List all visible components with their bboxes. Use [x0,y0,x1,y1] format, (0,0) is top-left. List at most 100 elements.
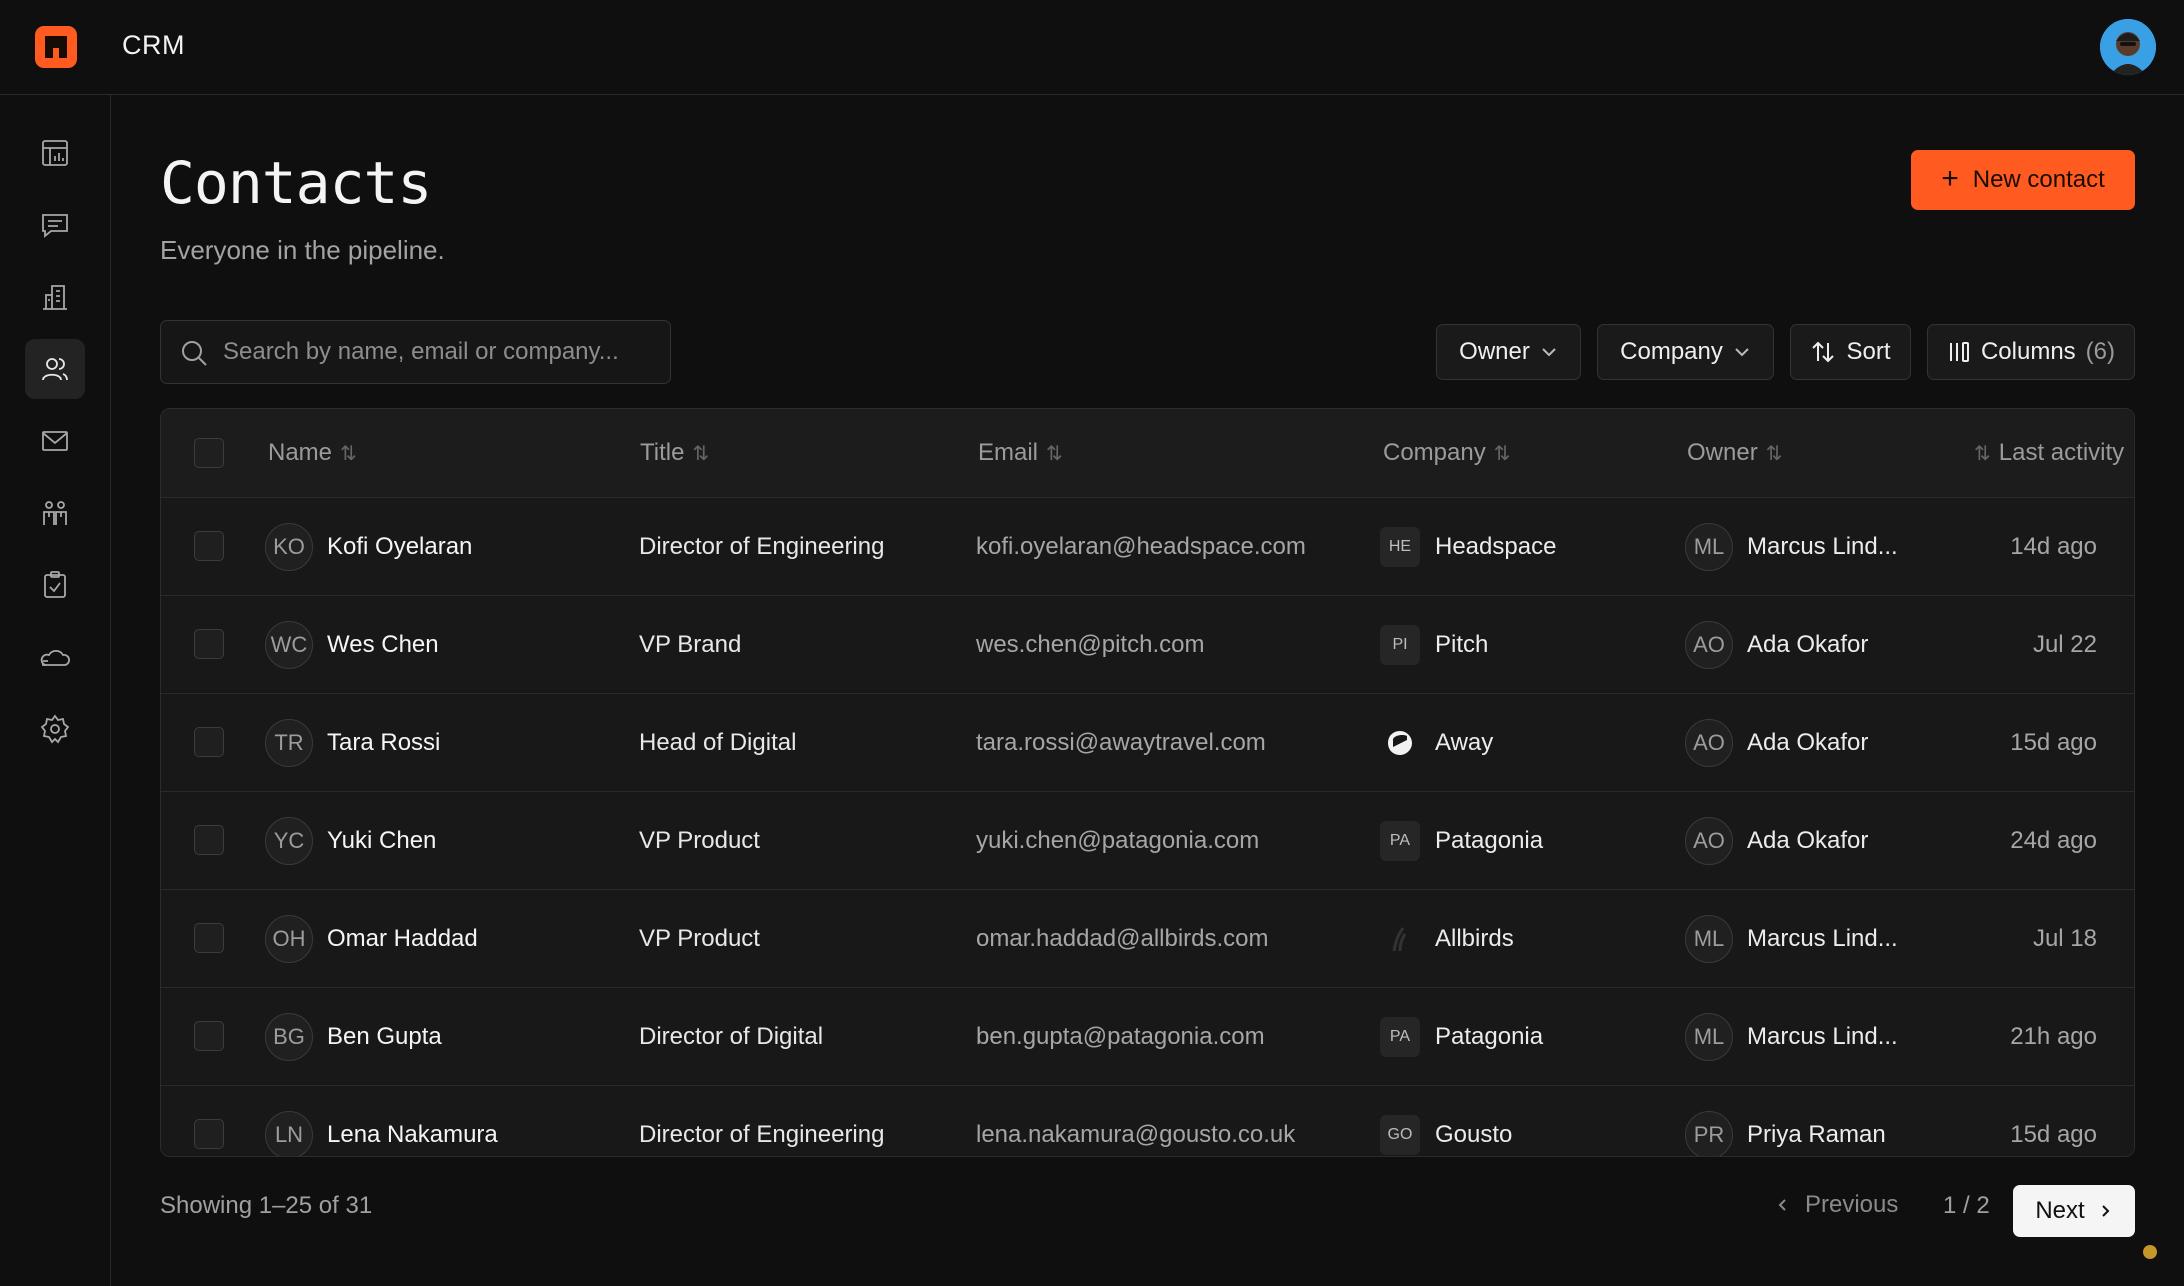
building-icon [43,285,67,310]
sidebar-item-integrations[interactable] [25,627,85,687]
contact-email[interactable]: kofi.oyelaran@headspace.com [976,498,1306,596]
column-header-email[interactable]: Email ⇅ [978,439,1063,467]
contact-title: Director of Engineering [639,1121,885,1148]
row-checkbox[interactable] [194,727,224,757]
contact-owner-cell: ML Marcus Lind... [1685,890,1898,988]
contact-name[interactable]: Kofi Oyelaran [327,533,472,561]
contact-email[interactable]: wes.chen@pitch.com [976,596,1204,694]
sidebar-item-tasks[interactable] [25,555,85,615]
chevron-down-icon [1735,348,1749,357]
contact-name[interactable]: Ben Gupta [327,1023,442,1051]
contact-name-cell: BG Ben Gupta [265,988,442,1086]
table-row[interactable]: YC Yuki Chen VP Product yuki.chen@patago… [161,791,2134,890]
user-avatar[interactable] [2100,19,2156,75]
column-header-name[interactable]: Name ⇅ [268,439,357,467]
contact-name[interactable]: Tara Rossi [327,729,440,757]
sort-arrows-icon: ⇅ [1493,442,1511,465]
contact-email[interactable]: yuki.chen@patagonia.com [976,792,1259,890]
contact-avatar: KO [265,523,313,571]
sidebar-item-settings[interactable] [25,699,85,759]
sidebar-item-companies[interactable] [25,267,85,327]
company-filter-button[interactable]: Company [1597,324,1774,380]
owner-avatar: ML [1685,1013,1733,1061]
company-logo: PI [1380,625,1420,665]
contact-name[interactable]: Yuki Chen [327,827,436,855]
sidebar [0,95,111,1286]
table-row[interactable]: WC Wes Chen VP Brand wes.chen@pitch.com … [161,595,2134,694]
sidebar-item-teams[interactable] [25,483,85,543]
last-activity: 15d ago [2010,1121,2097,1148]
contacts-table: Name ⇅ Title ⇅ Email ⇅ Company ⇅ Owner ⇅ ⇅ Las… [160,408,2135,1157]
contact-name[interactable]: Wes Chen [327,631,439,659]
sort-arrows-icon: ⇅ [1974,442,1991,465]
previous-page-button[interactable]: Previous [1775,1185,1898,1225]
app-title: CRM [122,30,185,60]
columns-count: (6) [2085,338,2116,365]
contact-avatar: OH [265,915,313,963]
column-header-owner[interactable]: Owner ⇅ [1687,439,1782,467]
last-activity: 14d ago [2010,533,2097,560]
row-checkbox[interactable] [194,923,224,953]
sort-button[interactable]: Sort [1790,324,1911,380]
away-logo-icon [1380,723,1420,763]
row-checkbox[interactable] [194,825,224,855]
contact-email[interactable]: lena.nakamura@gousto.co.uk [976,1086,1295,1156]
app-logo[interactable] [35,26,77,68]
contact-email[interactable]: ben.gupta@patagonia.com [976,988,1265,1086]
contact-email[interactable]: omar.haddad@allbirds.com [976,890,1269,988]
row-checkbox[interactable] [194,1119,224,1149]
company-name[interactable]: Patagonia [1435,1023,1543,1051]
contact-company-cell: PI Pitch [1380,596,1488,694]
sidebar-item-conversations[interactable] [25,195,85,255]
contact-name[interactable]: Lena Nakamura [327,1121,498,1149]
columns-button[interactable]: Columns (6) [1927,324,2135,380]
contact-owner-cell: AO Ada Okafor [1685,596,1868,694]
chevron-left-icon [1778,1199,1786,1211]
company-name[interactable]: Allbirds [1435,925,1514,953]
company-name[interactable]: Away [1435,729,1493,757]
contact-name-cell: LN Lena Nakamura [265,1086,498,1156]
table-row[interactable]: KO Kofi Oyelaran Director of Engineering… [161,497,2134,596]
table-row[interactable]: OH Omar Haddad VP Product omar.haddad@al… [161,889,2134,988]
contact-name-cell: YC Yuki Chen [265,792,436,890]
column-header-last-activity[interactable]: ⇅ Last activity [1974,439,2124,467]
main-content: Contacts Everyone in the pipeline. + New… [111,95,2184,1286]
owner-avatar: AO [1685,719,1733,767]
company-name[interactable]: Headspace [1435,533,1556,561]
sidebar-item-dashboard[interactable] [25,123,85,183]
select-all-checkbox[interactable] [194,438,224,468]
row-checkbox[interactable] [194,1021,224,1051]
contact-name-cell: TR Tara Rossi [265,694,440,792]
cloud-icon [40,649,70,666]
new-contact-label: New contact [1972,166,2105,193]
last-activity: Jul 18 [2032,925,2097,952]
owner-avatar: AO [1685,621,1733,669]
column-header-title[interactable]: Title ⇅ [640,439,709,467]
chevron-right-icon [2101,1205,2110,1217]
owner-avatar: PR [1685,1111,1733,1156]
row-checkbox[interactable] [194,531,224,561]
new-contact-button[interactable]: + New contact [1911,150,2135,210]
contact-email[interactable]: tara.rossi@awaytravel.com [976,694,1266,792]
company-name[interactable]: Pitch [1435,631,1488,659]
contact-name[interactable]: Omar Haddad [327,925,478,953]
sidebar-item-mail[interactable] [25,411,85,471]
next-page-button[interactable]: Next [2013,1185,2135,1237]
plus-icon: + [1941,161,1959,195]
company-name[interactable]: Gousto [1435,1121,1512,1149]
column-header-company[interactable]: Company ⇅ [1383,439,1510,467]
owner-filter-button[interactable]: Owner [1436,324,1581,380]
company-name[interactable]: Patagonia [1435,827,1543,855]
contact-owner-cell: PR Priya Raman [1685,1086,1886,1156]
sidebar-item-contacts[interactable] [25,339,85,399]
table-row[interactable]: TR Tara Rossi Head of Digital tara.rossi… [161,693,2134,792]
owner-name: Ada Okafor [1747,729,1869,756]
search-input[interactable] [223,321,663,383]
contact-avatar: BG [265,1013,313,1061]
last-activity: Jul 22 [2032,631,2097,658]
table-header: Name ⇅ Title ⇅ Email ⇅ Company ⇅ Owner ⇅ ⇅ Las… [161,409,2134,497]
row-checkbox[interactable] [194,629,224,659]
table-row[interactable]: LN Lena Nakamura Director of Engineering… [161,1085,2134,1156]
users-icon [42,358,68,381]
table-row[interactable]: BG Ben Gupta Director of Digital ben.gup… [161,987,2134,1086]
